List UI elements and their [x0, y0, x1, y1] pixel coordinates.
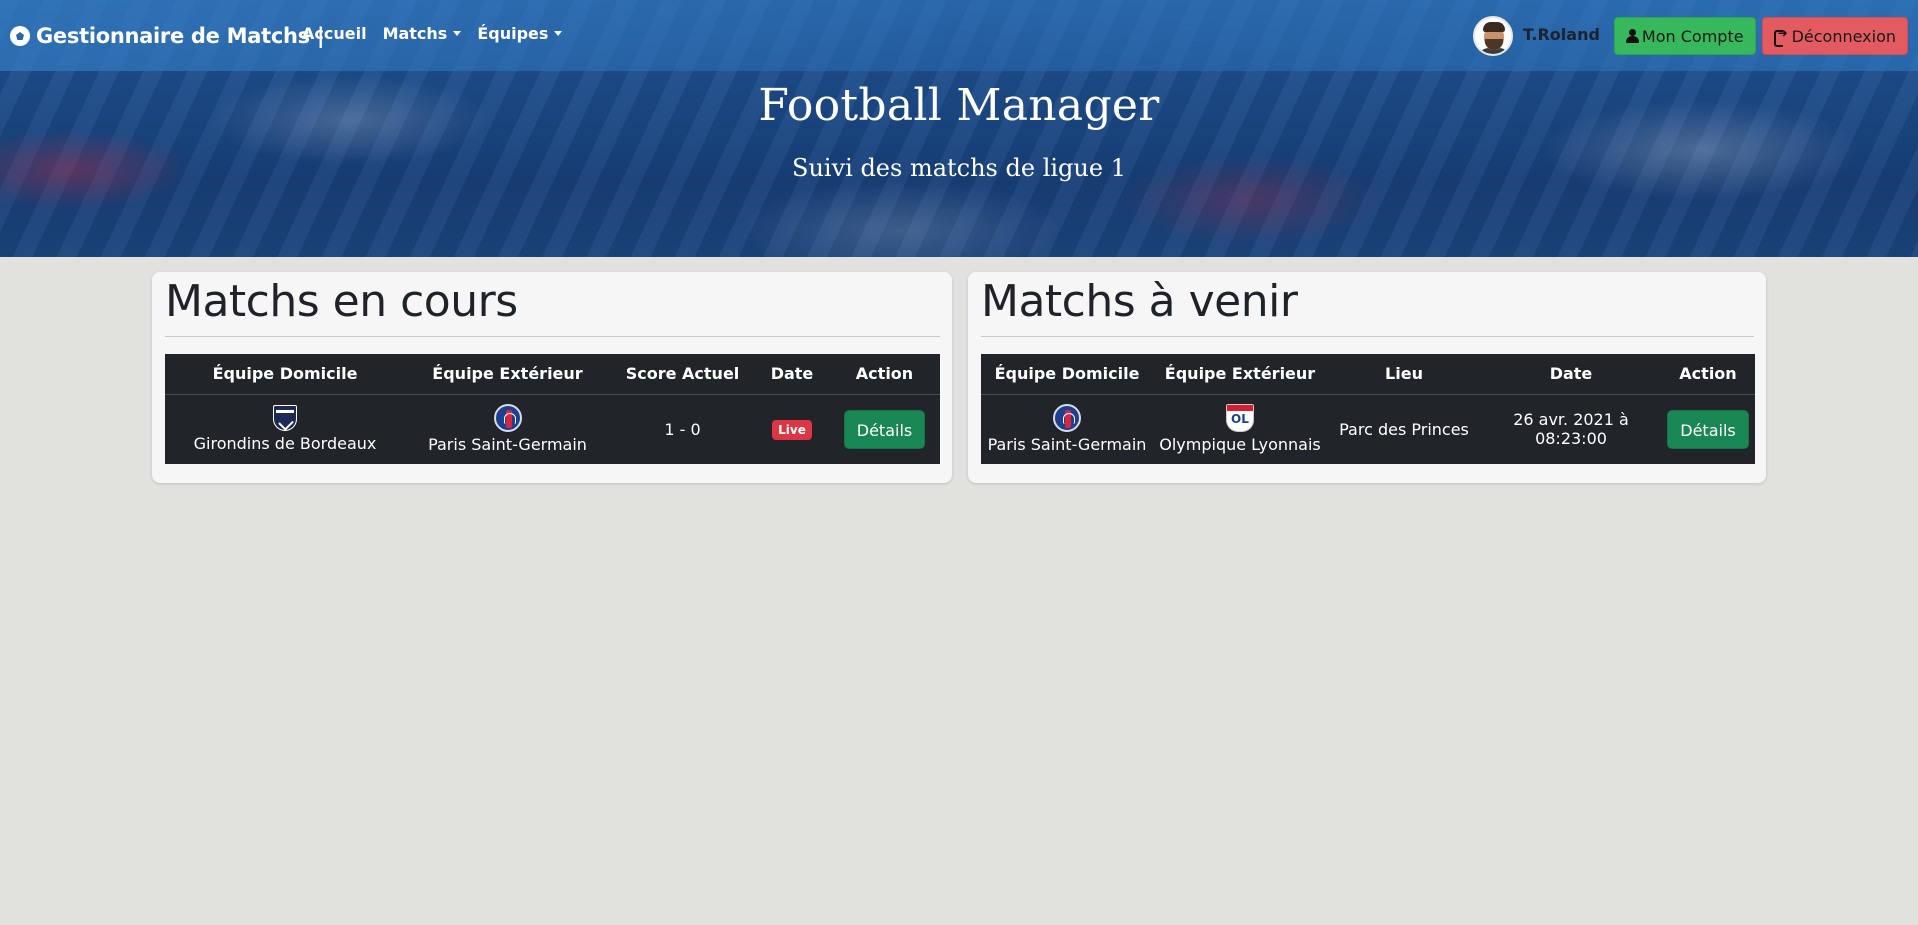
current-matches-title: Matchs en cours	[165, 276, 518, 327]
caret-down-icon	[453, 31, 462, 36]
details-button[interactable]: Détails	[1667, 409, 1749, 449]
match-date: 26 avr. 2021 à 08:23:00	[1513, 410, 1629, 449]
current-matches-card: Matchs en cours Équipe Domicile Équipe E…	[152, 272, 952, 483]
avatar[interactable]	[1472, 16, 1513, 56]
psg-logo-icon	[493, 404, 522, 433]
logout-button-label: Déconnexion	[1791, 26, 1896, 46]
upcoming-matches-card: Matchs à venir Équipe Domicile Équipe Ex…	[968, 272, 1766, 483]
sign-out-icon	[1773, 26, 1788, 47]
column-header: Score Actuel	[610, 354, 755, 395]
divider	[165, 336, 940, 337]
table-row: Paris Saint-Germain Olympique Lyonnais P…	[981, 394, 1755, 464]
column-header: Lieu	[1327, 354, 1481, 395]
nav-links: Accueil Matchs Équipes	[302, 24, 563, 43]
upcoming-matches-title: Matchs à venir	[981, 276, 1298, 327]
nav-dropdown-equipes-label: Équipes	[477, 24, 549, 43]
logout-button[interactable]: Déconnexion	[1761, 17, 1908, 55]
details-button[interactable]: Détails	[843, 409, 926, 449]
account-button-label: Mon Compte	[1641, 26, 1744, 46]
upcoming-matches-table: Équipe Domicile Équipe Extérieur Lieu Da…	[981, 354, 1755, 464]
home-team: Paris Saint-Germain	[987, 435, 1147, 455]
psg-logo-icon	[1053, 404, 1081, 433]
away-team: Olympique Lyonnais	[1159, 435, 1321, 455]
column-header: Équipe Extérieur	[405, 354, 610, 395]
page-title: Football Manager	[758, 80, 1160, 131]
column-header: Date	[1481, 354, 1661, 395]
column-header: Action	[1661, 354, 1755, 395]
brand-label: Gestionnaire de Matchs |	[36, 24, 325, 48]
user-area: T.Roland Mon Compte Déconnexion	[1472, 16, 1908, 56]
nav-link-accueil[interactable]: Accueil	[302, 24, 367, 43]
column-header: Équipe Domicile	[981, 354, 1153, 395]
nav-dropdown-equipes[interactable]: Équipes	[477, 24, 563, 43]
away-team: Paris Saint-Germain	[428, 435, 587, 455]
olympique-lyonnais-logo-icon	[1226, 404, 1254, 433]
table-row: Girondins de Bordeaux Paris Saint-Germai…	[165, 394, 940, 464]
column-header: Date	[755, 354, 829, 395]
venue: Parc des Princes	[1339, 419, 1469, 439]
live-badge: Live	[772, 419, 812, 440]
hero-banner: Gestionnaire de Matchs | Accueil Matchs …	[0, 0, 1918, 257]
column-header: Équipe Domicile	[165, 354, 405, 395]
column-header: Équipe Extérieur	[1153, 354, 1327, 395]
bordeaux-logo-icon	[273, 405, 297, 432]
football-icon	[10, 26, 30, 46]
divider	[981, 336, 1754, 337]
nav-dropdown-matchs-label: Matchs	[382, 24, 448, 43]
navbar: Gestionnaire de Matchs | Accueil Matchs …	[0, 0, 1918, 71]
caret-down-icon	[554, 31, 563, 36]
nav-dropdown-matchs[interactable]: Matchs	[383, 24, 462, 43]
home-team: Girondins de Bordeaux	[193, 434, 377, 454]
score: 1 - 0	[664, 419, 701, 439]
column-header: Action	[829, 354, 940, 395]
user-icon	[1625, 29, 1639, 43]
current-matches-table: Équipe Domicile Équipe Extérieur Score A…	[165, 354, 940, 464]
brand[interactable]: Gestionnaire de Matchs |	[10, 22, 325, 50]
account-button[interactable]: Mon Compte	[1613, 17, 1756, 55]
page-subtitle: Suivi des matchs de ligue 1	[792, 154, 1126, 182]
username[interactable]: T.Roland	[1523, 25, 1600, 44]
